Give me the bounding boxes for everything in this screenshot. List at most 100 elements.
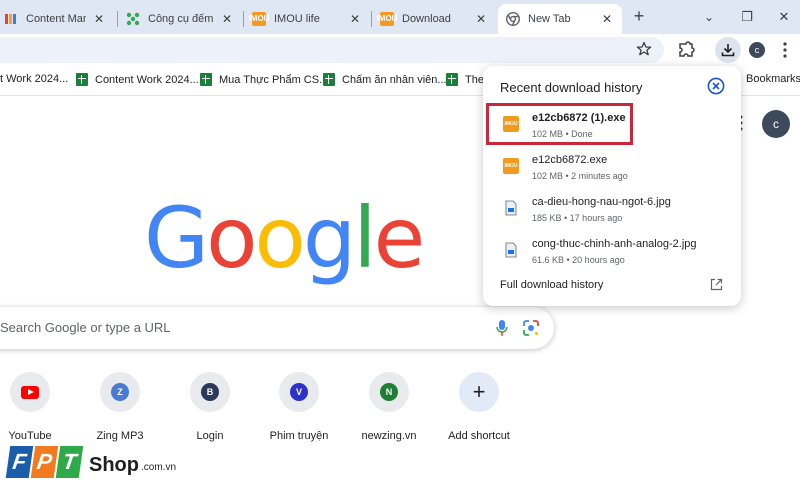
tab-title: Công cụ đếm ký	[148, 13, 214, 25]
google-letter: o	[254, 189, 306, 287]
watermark-letter: F	[5, 446, 34, 478]
download-icon	[721, 44, 735, 57]
shortcut-tile: B	[190, 372, 230, 412]
watermark-domain: .com.vn	[141, 462, 177, 473]
site-initial-icon: V	[290, 383, 308, 401]
tab-title: Download	[402, 13, 451, 25]
shortcut-zing-mp3[interactable]: Z Zing MP3	[80, 372, 160, 442]
imou-icon: IMOU	[377, 12, 397, 26]
more-menu-icon[interactable]	[778, 40, 792, 60]
address-bar[interactable]	[0, 37, 664, 63]
tool-icon	[126, 12, 140, 26]
new-tab-button[interactable]: +	[630, 7, 648, 26]
add-shortcut-button[interactable]: + Add shortcut	[439, 372, 519, 442]
bookmark-label: Mua Thực Phẩm CS...	[219, 73, 329, 86]
bookmark-item[interactable]: Chấm ăn nhân viên...	[323, 73, 447, 86]
tab-title: Content Manage	[26, 13, 86, 25]
account-avatar[interactable]: c	[762, 110, 790, 138]
close-icon[interactable]: ✕	[92, 12, 106, 26]
shortcut-tile: Z	[100, 372, 140, 412]
imou-icon: IMOU	[249, 12, 269, 26]
restore-button[interactable]: ❐	[738, 8, 756, 26]
bookmark-label: t Work 2024...	[0, 73, 69, 85]
close-circle-icon[interactable]	[707, 77, 725, 95]
shortcut-tile	[10, 372, 50, 412]
shortcut-label: YouTube	[8, 430, 52, 442]
google-letter: G	[144, 189, 209, 287]
download-meta: 102 MB • 2 minutes ago	[532, 171, 628, 181]
microphone-icon[interactable]	[495, 319, 509, 337]
bookmark-item[interactable]: The	[446, 73, 484, 86]
download-item[interactable]: cong-thuc-chinh-anh-analog-2.jpg 61.6 KB…	[483, 232, 741, 274]
bookmark-item[interactable]: Mua Thực Phẩm CS...	[200, 73, 328, 86]
google-letter: e	[373, 189, 426, 287]
shortcut-label: Zing MP3	[96, 430, 144, 442]
highlight-box	[486, 103, 633, 145]
extensions-icon[interactable]	[676, 40, 696, 60]
shortcut-newzing[interactable]: N newzing.vn	[349, 372, 429, 442]
shortcut-label: Login	[196, 430, 224, 442]
all-bookmarks-folder[interactable]: Bookmarks	[746, 73, 800, 85]
sheets-icon	[323, 73, 335, 86]
bookmark-item[interactable]: t Work 2024...	[0, 73, 68, 85]
tab-cong-cu[interactable]: Công cụ đếm ký ✕	[118, 4, 242, 34]
profile-avatar[interactable]: c	[749, 42, 765, 58]
full-download-history-link[interactable]: Full download history	[500, 279, 603, 291]
download-item[interactable]: IMOU e12cb6872.exe 102 MB • 2 minutes ag…	[483, 148, 741, 190]
image-file-icon	[505, 242, 517, 258]
download-meta: 61.6 KB • 20 hours ago	[532, 255, 625, 265]
star-icon[interactable]	[636, 41, 652, 57]
download-meta: 185 KB • 17 hours ago	[532, 213, 623, 223]
youtube-icon	[21, 385, 39, 399]
tab-content-manage[interactable]: Content Manage ✕	[0, 4, 114, 34]
tab-strip: Content Manage ✕ Công cụ đếm ký ✕ IMOU I…	[0, 0, 800, 34]
shortcut-label: newzing.vn	[361, 430, 417, 442]
shortcut-label: Phim truyện	[269, 430, 329, 442]
shortcut-login[interactable]: B Login	[170, 372, 250, 442]
close-icon[interactable]: ✕	[474, 12, 488, 26]
tab-title: IMOU life	[274, 13, 320, 25]
watermark-letter: T	[55, 446, 84, 478]
close-window-button[interactable]: ✕	[775, 8, 793, 26]
fpt-shop-watermark: F P T Shop .com.vn	[5, 446, 177, 478]
site-initial-icon: Z	[111, 383, 129, 401]
download-item[interactable]: ca-dieu-hong-nau-ngot-6.jpg 185 KB • 17 …	[483, 190, 741, 232]
tab-download[interactable]: IMOU Download ✕	[372, 4, 496, 34]
search-placeholder: Search Google or type a URL	[0, 320, 171, 335]
site-initial-icon: N	[380, 383, 398, 401]
watermark-letter: P	[30, 446, 59, 478]
minimize-button[interactable]: ⌄	[700, 8, 718, 26]
google-logo: Google	[144, 189, 426, 287]
bookmark-label: The	[465, 73, 484, 86]
google-letter: l	[353, 189, 376, 287]
imou-app-icon: IMOU	[503, 158, 519, 174]
watermark-shop: Shop	[89, 454, 139, 476]
sheets-icon	[76, 73, 88, 86]
shortcut-phim-truyen[interactable]: V Phim truyện	[259, 372, 339, 442]
tab-imou-life[interactable]: IMOU IMOU life ✕	[244, 4, 370, 34]
bookmark-label: Content Work 2024...	[95, 73, 199, 86]
shortcut-label: Add shortcut	[448, 430, 510, 442]
bookmark-item[interactable]: Content Work 2024...	[76, 73, 199, 86]
sheets-icon	[446, 73, 458, 86]
close-icon[interactable]: ✕	[348, 12, 362, 26]
panel-title: Recent download history	[500, 80, 643, 95]
open-external-icon[interactable]	[710, 278, 723, 291]
download-button[interactable]	[715, 37, 741, 63]
google-letter: o	[206, 189, 257, 287]
app-icon	[4, 12, 18, 26]
download-history-panel: Recent download history IMOU e12cb6872 (…	[483, 66, 741, 306]
tab-title: New Tab	[528, 13, 571, 25]
search-box[interactable]: Search Google or type a URL	[0, 307, 554, 349]
chrome-icon	[506, 12, 520, 26]
shortcut-youtube[interactable]: YouTube	[0, 372, 70, 442]
plus-icon: +	[459, 372, 499, 412]
close-icon[interactable]: ✕	[600, 12, 614, 26]
download-filename: ca-dieu-hong-nau-ngot-6.jpg	[532, 196, 671, 208]
sheets-icon	[200, 73, 212, 86]
google-lens-icon[interactable]	[522, 319, 540, 337]
shortcut-tile: V	[279, 372, 319, 412]
tab-new-tab[interactable]: New Tab ✕	[498, 4, 622, 34]
download-filename: cong-thuc-chinh-anh-analog-2.jpg	[532, 238, 697, 250]
close-icon[interactable]: ✕	[220, 12, 234, 26]
